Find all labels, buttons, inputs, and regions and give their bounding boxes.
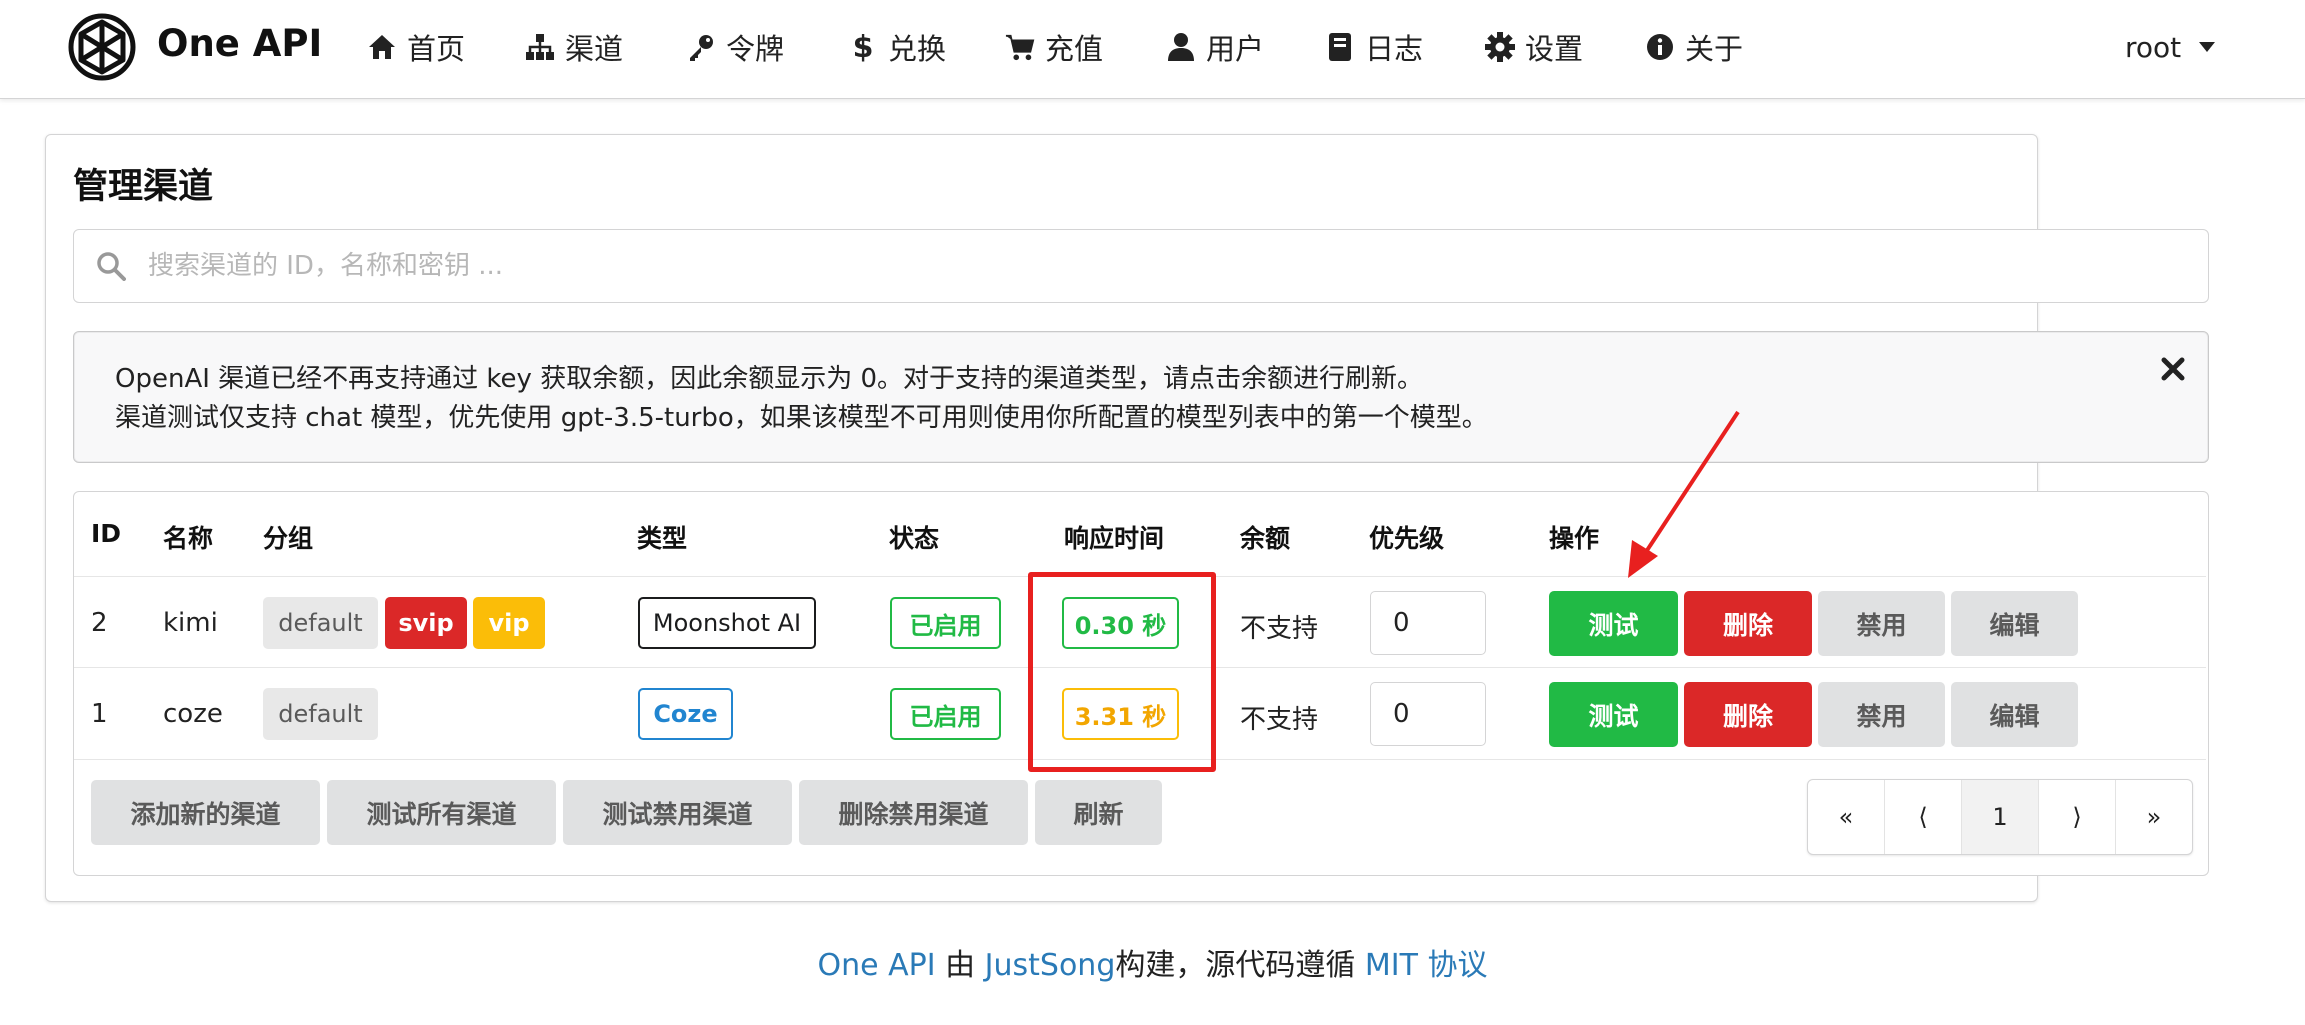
- page-title: 管理渠道: [73, 167, 214, 207]
- delete-button[interactable]: 删除: [1684, 591, 1812, 656]
- nav-topup-label: 充值: [1045, 32, 1104, 66]
- type-badge: Moonshot AI: [638, 597, 816, 649]
- group-badge: vip: [473, 597, 545, 649]
- one-api-link[interactable]: One API: [817, 948, 935, 983]
- annotation-arrow-icon: [1628, 410, 1740, 578]
- col-header-response-time[interactable]: 响应时间: [1064, 519, 1164, 555]
- col-header-priority[interactable]: 优先级: [1369, 519, 1444, 555]
- nav-tokens-label: 令牌: [726, 32, 785, 66]
- edit-button[interactable]: 编辑: [1951, 682, 2078, 747]
- balance-value[interactable]: 不支持: [1240, 699, 1318, 736]
- key-icon: [686, 32, 716, 62]
- first-page-button[interactable]: «: [1808, 780, 1885, 854]
- search-input[interactable]: [146, 250, 2050, 282]
- book-icon: [1325, 32, 1355, 62]
- col-header-actions: 操作: [1549, 524, 1600, 553]
- nav-users[interactable]: 用户: [1166, 26, 1264, 68]
- type-badge: Coze: [638, 688, 733, 740]
- sitemap-icon: [525, 32, 555, 62]
- test-all-button[interactable]: 测试所有渠道: [327, 780, 556, 845]
- group-badge: svip: [385, 597, 467, 649]
- cart-icon: [1005, 32, 1035, 62]
- priority-input[interactable]: 0: [1370, 591, 1486, 655]
- user-dropdown[interactable]: root: [2125, 26, 2216, 68]
- col-header-type[interactable]: 类型: [637, 519, 687, 555]
- cell-id: 1: [91, 699, 108, 729]
- info-icon: [1645, 32, 1675, 62]
- refresh-button[interactable]: 刷新: [1035, 780, 1162, 845]
- nav-topup[interactable]: 充值: [1005, 26, 1103, 68]
- disable-button[interactable]: 禁用: [1818, 591, 1945, 656]
- nav-about[interactable]: 关于: [1645, 26, 1743, 68]
- nav-home[interactable]: 首页: [367, 26, 465, 68]
- user-icon: [1166, 32, 1196, 62]
- last-page-button[interactable]: »: [2116, 780, 2192, 854]
- message-line-2: 渠道测试仅支持 chat 模型，优先使用 gpt-3.5-turbo，如果该模型…: [115, 403, 1488, 433]
- close-icon[interactable]: [2158, 354, 2188, 384]
- group-badge: default: [263, 597, 378, 649]
- col-header-name[interactable]: 名称: [163, 519, 213, 555]
- nav-users-label: 用户: [1206, 32, 1265, 66]
- add-channel-button[interactable]: 添加新的渠道: [91, 780, 320, 845]
- nav-channels-label: 渠道: [565, 32, 624, 66]
- nav-logs[interactable]: 日志: [1325, 26, 1423, 68]
- nav-logs-label: 日志: [1365, 32, 1424, 66]
- caret-down-icon: [2199, 42, 2216, 52]
- openai-logo-icon[interactable]: [65, 10, 139, 84]
- col-header-group[interactable]: 分组: [263, 519, 313, 555]
- nav-about-label: 关于: [1685, 32, 1744, 66]
- pagination: « ⟨ 1 ⟩ »: [1807, 779, 2193, 855]
- test-button[interactable]: 测试: [1549, 591, 1678, 656]
- nav-channels[interactable]: 渠道: [525, 26, 623, 68]
- cell-name: coze: [163, 699, 223, 729]
- status-badge: 已启用: [890, 688, 1001, 740]
- delete-button[interactable]: 删除: [1684, 682, 1812, 747]
- cell-name: kimi: [163, 608, 218, 638]
- footer-text-by: 由: [945, 948, 976, 983]
- priority-input[interactable]: 0: [1370, 682, 1486, 746]
- top-navbar: One API 首页 渠道 令牌 $ 兑换 充值 用户 日志 设置 关于 roo…: [0, 0, 2305, 99]
- nav-home-label: 首页: [407, 32, 466, 66]
- cell-id: 2: [91, 608, 108, 638]
- license-link[interactable]: MIT 协议: [1365, 948, 1488, 983]
- status-badge: 已启用: [890, 597, 1001, 649]
- home-icon: [367, 32, 397, 62]
- col-header-balance[interactable]: 余额: [1240, 519, 1290, 555]
- search-box[interactable]: [73, 229, 2209, 303]
- next-page-button[interactable]: ⟩: [2039, 780, 2116, 854]
- prev-page-button[interactable]: ⟨: [1885, 780, 1962, 854]
- nav-settings-label: 设置: [1525, 32, 1584, 66]
- disable-button[interactable]: 禁用: [1818, 682, 1945, 747]
- nav-redeem[interactable]: $ 兑换: [848, 26, 946, 68]
- col-header-id[interactable]: ID: [91, 519, 121, 548]
- balance-value[interactable]: 不支持: [1240, 608, 1318, 645]
- test-button[interactable]: 测试: [1549, 682, 1678, 747]
- page-footer: One API 由 JustSong构建，源代码遵循 MIT 协议: [0, 940, 2305, 984]
- info-message: OpenAI 渠道已经不再支持通过 key 获取余额，因此余额显示为 0。对于支…: [73, 331, 2209, 463]
- dollar-icon: $: [852, 29, 874, 65]
- annotation-highlight-box: [1028, 572, 1216, 772]
- search-icon: [97, 252, 126, 281]
- test-disabled-button[interactable]: 测试禁用渠道: [563, 780, 792, 845]
- author-link[interactable]: JustSong: [985, 948, 1116, 983]
- app-title[interactable]: One API: [157, 22, 322, 65]
- username-label: root: [2125, 30, 2182, 64]
- nav-tokens[interactable]: 令牌: [686, 26, 784, 68]
- gear-icon: [1485, 32, 1515, 62]
- col-header-status[interactable]: 状态: [889, 519, 939, 555]
- delete-disabled-button[interactable]: 删除禁用渠道: [799, 780, 1028, 845]
- footer-text-built: 构建，源代码遵循: [1115, 948, 1356, 983]
- page-1-button[interactable]: 1: [1962, 780, 2039, 854]
- message-line-1: OpenAI 渠道已经不再支持通过 key 获取余额，因此余额显示为 0。对于支…: [115, 364, 1424, 394]
- nav-redeem-label: 兑换: [888, 32, 947, 66]
- group-badge: default: [263, 688, 378, 740]
- nav-settings[interactable]: 设置: [1485, 26, 1583, 68]
- edit-button[interactable]: 编辑: [1951, 591, 2078, 656]
